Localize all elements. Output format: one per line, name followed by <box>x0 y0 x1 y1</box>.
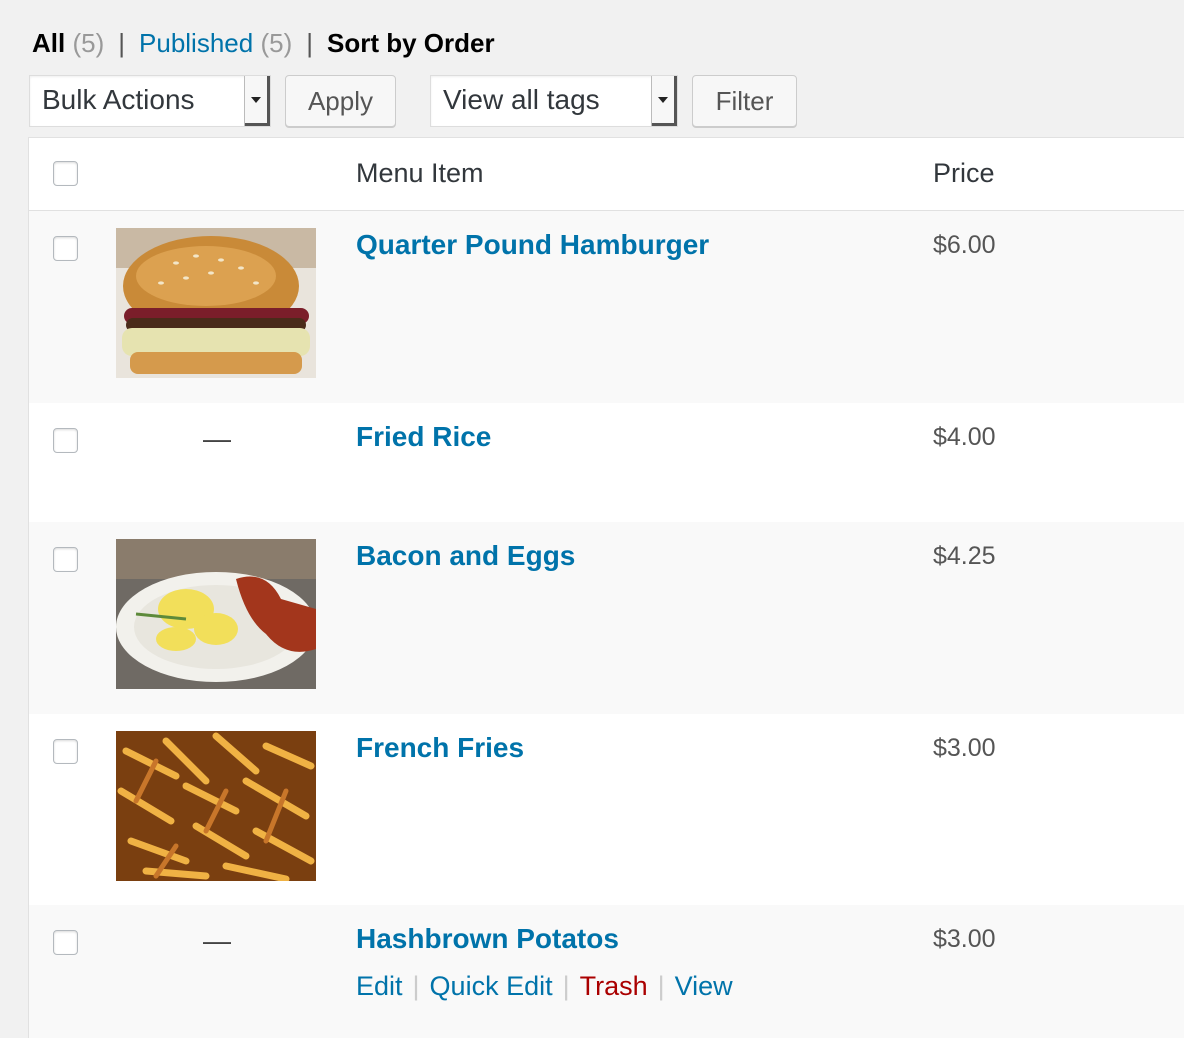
row-checkbox[interactable] <box>53 547 78 572</box>
bulk-actions-value: Bulk Actions <box>42 84 195 115</box>
menu-item-price: $6.00 <box>933 231 996 259</box>
table-row: Bacon and Eggs $4.25 <box>29 522 1184 714</box>
sort-by-order-link[interactable]: Sort by Order <box>327 28 495 58</box>
menu-item-title-link[interactable]: Quarter Pound Hamburger <box>356 229 709 261</box>
view-separator: | <box>118 28 126 58</box>
hamburger-thumbnail[interactable] <box>116 228 316 378</box>
chevron-down-icon <box>244 76 270 126</box>
table-row: — Fried Rice $4.00 <box>29 403 1184 522</box>
row-checkbox[interactable] <box>53 930 78 955</box>
view-link[interactable]: View <box>675 971 733 1001</box>
menu-items-table: Menu Item Price Quarter Pound Hamburger … <box>28 137 1184 1038</box>
row-action-separator: | <box>657 971 665 1001</box>
menu-item-title-link[interactable]: French Fries <box>356 732 524 764</box>
menu-item-title-link[interactable]: Hashbrown Potatos <box>356 923 619 955</box>
status-views: All (5) | Published (5) | Sort by Order <box>32 26 495 60</box>
filter-button[interactable]: Filter <box>692 75 797 127</box>
table-header: Menu Item Price <box>29 138 1184 211</box>
bacon-and-eggs-thumbnail[interactable] <box>116 539 316 689</box>
menu-item-title-link[interactable]: Bacon and Eggs <box>356 540 575 572</box>
view-all-count: (5) <box>72 28 105 58</box>
view-separator: | <box>306 28 313 58</box>
menu-item-price: $4.25 <box>933 542 996 570</box>
apply-button[interactable]: Apply <box>285 75 396 127</box>
tags-filter-value: View all tags <box>443 84 600 115</box>
table-row: — Hashbrown Potatos $3.00 Edit | Quick Edi… <box>29 905 1184 1038</box>
column-menu-item[interactable]: Menu Item <box>356 158 484 189</box>
column-price[interactable]: Price <box>933 158 995 189</box>
menu-item-price: $3.00 <box>933 734 996 762</box>
row-checkbox[interactable] <box>53 236 78 261</box>
view-published-count: (5) <box>260 28 293 58</box>
bulk-actions-select[interactable]: Bulk Actions <box>29 75 271 127</box>
table-row: Quarter Pound Hamburger $6.00 <box>29 211 1184 403</box>
menu-item-title-link[interactable]: Fried Rice <box>356 421 491 453</box>
table-row: French Fries $3.00 <box>29 714 1184 905</box>
menu-item-price: $3.00 <box>933 925 996 953</box>
view-published-link[interactable]: Published (5) <box>139 28 292 58</box>
trash-link[interactable]: Trash <box>580 971 648 1001</box>
row-checkbox[interactable] <box>53 428 78 453</box>
french-fries-thumbnail[interactable] <box>116 731 316 881</box>
row-action-separator: | <box>562 971 570 1001</box>
row-action-separator: | <box>412 971 420 1001</box>
no-thumbnail-dash: — <box>203 925 231 956</box>
row-actions: Edit | Quick Edit | Trash | View <box>356 971 733 1002</box>
view-all-link[interactable]: All (5) <box>32 28 104 58</box>
tags-filter-select[interactable]: View all tags <box>430 75 678 127</box>
quick-edit-link[interactable]: Quick Edit <box>430 971 553 1001</box>
chevron-down-icon <box>651 76 677 126</box>
edit-link[interactable]: Edit <box>356 971 403 1001</box>
select-all-checkbox[interactable] <box>53 161 78 186</box>
row-checkbox[interactable] <box>53 739 78 764</box>
no-thumbnail-dash: — <box>203 423 231 454</box>
menu-item-price: $4.00 <box>933 423 996 451</box>
